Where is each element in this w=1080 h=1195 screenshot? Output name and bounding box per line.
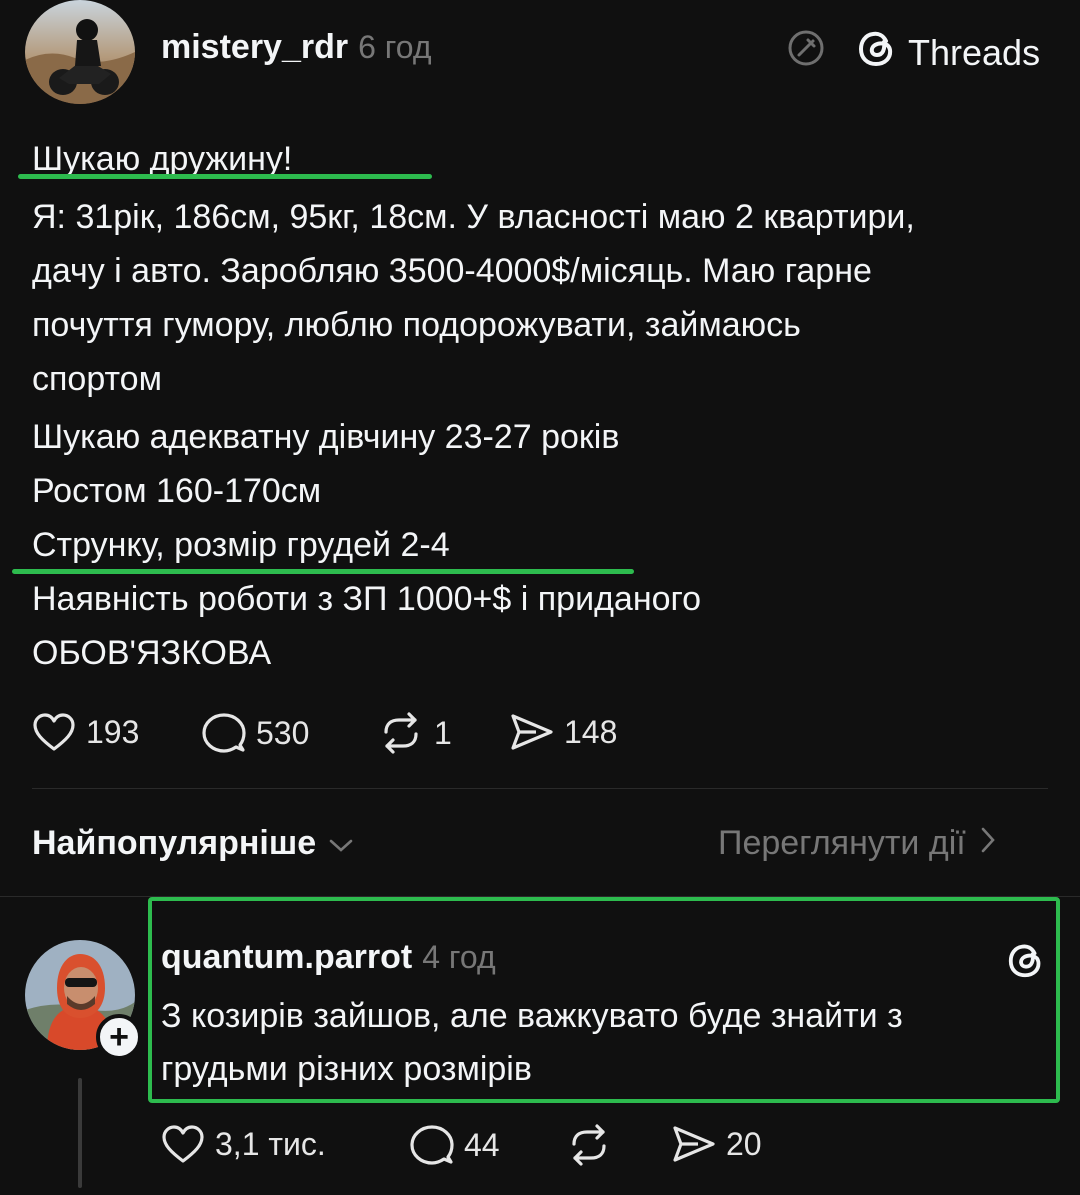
comment-icon [410, 1124, 454, 1166]
repost-count: 1 [434, 714, 452, 751]
sort-label: Найпопулярніше [32, 824, 317, 862]
post-timestamp: 6 год [358, 29, 432, 65]
post-body: Шукаю дружину! Я: 31рік, 186см, 95кг, 18… [32, 132, 1062, 680]
reply-share-count: 20 [726, 1125, 762, 1162]
reply-line: грудьми різних розмірів [161, 1050, 532, 1088]
post-author-avatar[interactable] [25, 0, 135, 104]
follow-plus-button[interactable]: + [96, 1014, 142, 1060]
post-line: Я: 31рік, 186см, 95кг, 18см. У власності… [32, 198, 915, 236]
comment-icon [202, 712, 246, 754]
view-activity-label: Переглянути дії [718, 824, 966, 862]
share-button[interactable]: 148 [510, 712, 617, 752]
reply-share-button[interactable]: 20 [672, 1124, 762, 1164]
post-line: Ростом 160-170см [32, 472, 322, 510]
post-username[interactable]: mistery_rdr [161, 28, 348, 67]
threads-brand[interactable]: Threads [856, 27, 1040, 78]
post-line: Наявність роботи з ЗП 1000+$ і приданого [32, 580, 702, 618]
reply-like-count: 3,1 тис. [215, 1125, 326, 1162]
reply-comment-button[interactable]: 44 [410, 1124, 500, 1166]
chevron-down-icon [328, 824, 354, 863]
chevron-right-icon [980, 824, 996, 863]
reply-timestamp: 4 год [422, 939, 496, 975]
post-line: спортом [32, 360, 162, 398]
post-line: ОБОВ'ЯЗКОВА [32, 634, 272, 672]
reply-repost-button[interactable] [566, 1124, 612, 1166]
threads-logo-icon [856, 27, 898, 78]
repost-button[interactable]: 1 [378, 712, 452, 754]
divider [32, 788, 1048, 789]
plus-icon: + [109, 1018, 129, 1056]
post-line: почуття гумору, люблю подорожувати, займ… [32, 306, 801, 344]
share-icon [510, 712, 554, 752]
reply-username[interactable]: quantum.parrot [161, 938, 412, 977]
share-count: 148 [564, 713, 618, 750]
repost-icon [566, 1124, 612, 1166]
reply-comment-count: 44 [464, 1126, 500, 1163]
share-icon [672, 1124, 716, 1164]
like-button[interactable]: 193 [32, 712, 139, 752]
heart-icon [161, 1124, 205, 1164]
highlight-underline [12, 569, 634, 574]
comment-count: 530 [256, 714, 310, 751]
edit-off-icon[interactable] [786, 28, 826, 68]
repost-icon [378, 712, 424, 754]
view-activity-link[interactable]: Переглянути дії [718, 824, 996, 863]
threads-brand-label: Threads [908, 31, 1041, 73]
reply-body: З козирів зайшов, але важкувато буде зна… [161, 990, 903, 1096]
sort-dropdown[interactable]: Найпопулярніше [32, 824, 354, 863]
post-line: Струнку, розмір грудей 2-4 [32, 526, 450, 564]
highlight-underline [18, 174, 432, 179]
like-count: 193 [86, 713, 140, 750]
heart-icon [32, 712, 76, 752]
post-line: Шукаю адекватну дівчину 23-27 років [32, 418, 620, 456]
thread-connector-line [78, 1078, 82, 1188]
reply-line: З козирів зайшов, але важкувато буде зна… [161, 997, 903, 1035]
threads-logo-icon[interactable] [1006, 940, 1046, 980]
post-line: дачу і авто. Заробляю 3500-4000$/місяць.… [32, 252, 872, 290]
reply-like-button[interactable]: 3,1 тис. [161, 1124, 326, 1164]
comment-button[interactable]: 530 [202, 712, 309, 754]
